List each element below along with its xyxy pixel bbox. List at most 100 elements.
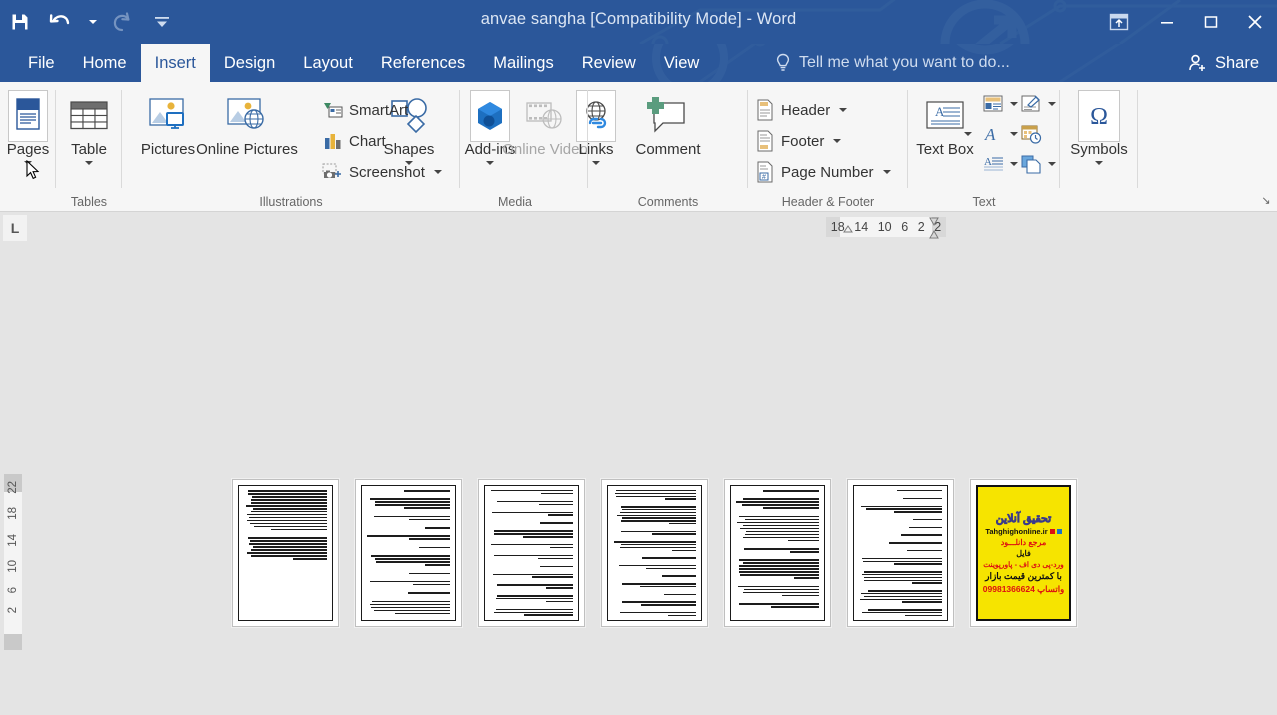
text-line xyxy=(901,534,943,535)
minimize-icon[interactable] xyxy=(1145,0,1189,44)
table-button[interactable]: Table xyxy=(64,90,114,165)
text-group-label: Text xyxy=(908,195,1060,209)
close-icon[interactable] xyxy=(1233,0,1277,44)
tab-stop-selector[interactable]: L xyxy=(3,215,27,241)
screenshot-dropdown-caret-icon[interactable] xyxy=(434,170,442,174)
paragraph-gap xyxy=(613,607,696,611)
dialog-launcher[interactable]: ↘ xyxy=(1258,193,1274,209)
signature-line-icon-button[interactable] xyxy=(1018,92,1056,116)
text-box-dropdown-caret-icon[interactable] xyxy=(964,132,972,136)
text-line xyxy=(491,544,573,545)
paragraph-gap xyxy=(490,507,573,511)
pages-dropdown-caret-icon[interactable] xyxy=(24,161,32,165)
tab-home[interactable]: Home xyxy=(69,44,141,82)
smartart-button[interactable]: SmartArt xyxy=(322,96,408,124)
text-line xyxy=(739,571,820,573)
tab-view[interactable]: View xyxy=(650,44,713,82)
object-icon-button[interactable] xyxy=(1018,152,1056,176)
signature-line-dropdown-caret-icon[interactable] xyxy=(1048,102,1056,106)
indent-markers[interactable] xyxy=(826,214,946,244)
tell-me-search[interactable]: Tell me what you want to do... xyxy=(775,44,1010,82)
page-thumbnail[interactable] xyxy=(601,479,708,627)
title-bar: anvae sangha [Compatibility Mode] - Word xyxy=(0,0,1277,44)
text-line xyxy=(736,501,819,503)
tab-file[interactable]: File xyxy=(14,44,69,82)
share-button[interactable]: Share xyxy=(1180,48,1267,78)
text-line xyxy=(897,490,942,491)
text-line xyxy=(540,566,573,567)
paragraph-gap xyxy=(613,501,696,505)
maximize-icon[interactable] xyxy=(1189,0,1233,44)
ruler-tick: 22 xyxy=(7,481,19,494)
paragraph-gap xyxy=(367,587,450,591)
page-text-lines xyxy=(244,490,327,616)
page-number-dropdown-caret-icon[interactable] xyxy=(883,170,891,174)
text-line xyxy=(646,568,696,569)
online-pictures-button[interactable]: Online Pictures xyxy=(207,90,287,158)
page-thumbnail[interactable] xyxy=(478,479,585,627)
tab-references[interactable]: References xyxy=(367,44,479,82)
text-line xyxy=(868,590,942,591)
screenshot-button[interactable]: Screenshot xyxy=(322,158,442,186)
tab-mailings-label: Mailings xyxy=(493,54,554,73)
text-line xyxy=(370,604,450,606)
symbols-button[interactable]: Ω Symbols xyxy=(1070,90,1128,165)
page-number-label: Page Number xyxy=(781,164,874,181)
page-thumbnail[interactable] xyxy=(724,479,831,627)
paragraph-gap xyxy=(490,579,573,583)
text-line xyxy=(425,564,450,566)
page-thumbnail[interactable] xyxy=(355,479,462,627)
page-number-button[interactable]: # Page Number xyxy=(754,158,891,186)
drop-cap-icon-button[interactable]: A xyxy=(980,152,1018,176)
vertical-ruler[interactable]: 2 6 10 14 18 22 xyxy=(0,246,26,646)
page-border xyxy=(853,485,948,621)
wordart-icon-button[interactable]: A xyxy=(980,122,1018,146)
page-border: تحقیق آنلاین Tahghighonline.ir مرجع دانلــ… xyxy=(976,485,1071,621)
chart-button[interactable]: Chart xyxy=(322,127,386,155)
paragraph-gap xyxy=(859,522,942,526)
quick-parts-icon-button[interactable] xyxy=(980,92,1018,116)
comment-button[interactable]: Comment xyxy=(608,90,728,158)
table-dropdown-caret-icon[interactable] xyxy=(85,161,93,165)
tab-review[interactable]: Review xyxy=(568,44,650,82)
footer-button[interactable]: Footer xyxy=(754,127,841,155)
online-video-icon xyxy=(524,90,566,142)
horizontal-ruler[interactable]: L 18 14 10 6 2 2 xyxy=(0,212,1277,246)
ad-line-3: ورد-پی دی اف - پاورپوینت xyxy=(983,560,1064,569)
ribbon-display-options-icon[interactable] xyxy=(1093,0,1145,44)
pictures-button[interactable]: Pictures xyxy=(132,90,204,158)
text-line xyxy=(744,548,819,550)
date-time-icon-button[interactable] xyxy=(1018,122,1044,146)
text-line xyxy=(492,512,573,513)
tab-layout[interactable]: Layout xyxy=(289,44,367,82)
text-line xyxy=(419,547,450,549)
text-line xyxy=(524,614,573,615)
page-thumbnail[interactable]: تحقیق آنلاین Tahghighonline.ir مرجع دانلــ… xyxy=(970,479,1077,627)
text-box-button[interactable]: A Text Box xyxy=(916,90,974,158)
object-dropdown-caret-icon[interactable] xyxy=(1048,162,1056,166)
header-footer-group-label: Header & Footer xyxy=(748,195,908,209)
page-thumbnail[interactable] xyxy=(232,479,339,627)
quick-parts-dropdown-caret-icon[interactable] xyxy=(1010,102,1018,106)
paragraph-gap xyxy=(490,604,573,608)
header-button[interactable]: Header xyxy=(754,96,847,124)
document-canvas[interactable]: تحقیق آنلاین Tahghighonline.ir مرجع دانلــ… xyxy=(26,246,1277,715)
text-line xyxy=(794,577,819,579)
text-line xyxy=(375,504,450,506)
text-line xyxy=(863,561,942,562)
footer-dropdown-caret-icon[interactable] xyxy=(833,139,841,143)
smartart-label: SmartArt xyxy=(349,102,408,119)
tab-mailings[interactable]: Mailings xyxy=(479,44,568,82)
symbols-dropdown-caret-icon[interactable] xyxy=(1095,161,1103,165)
tab-design[interactable]: Design xyxy=(210,44,289,82)
header-dropdown-caret-icon[interactable] xyxy=(839,108,847,112)
wordart-dropdown-caret-icon[interactable] xyxy=(1010,132,1018,136)
drop-cap-dropdown-caret-icon[interactable] xyxy=(1010,162,1018,166)
pages-button[interactable]: Pages xyxy=(2,90,54,165)
page-thumbnail[interactable] xyxy=(847,479,954,627)
tab-insert[interactable]: Insert xyxy=(141,44,210,82)
paragraph-gap xyxy=(736,543,819,547)
add-ins-dropdown-caret-icon[interactable] xyxy=(486,161,494,165)
text-line xyxy=(866,508,942,509)
tab-references-label: References xyxy=(381,54,465,73)
